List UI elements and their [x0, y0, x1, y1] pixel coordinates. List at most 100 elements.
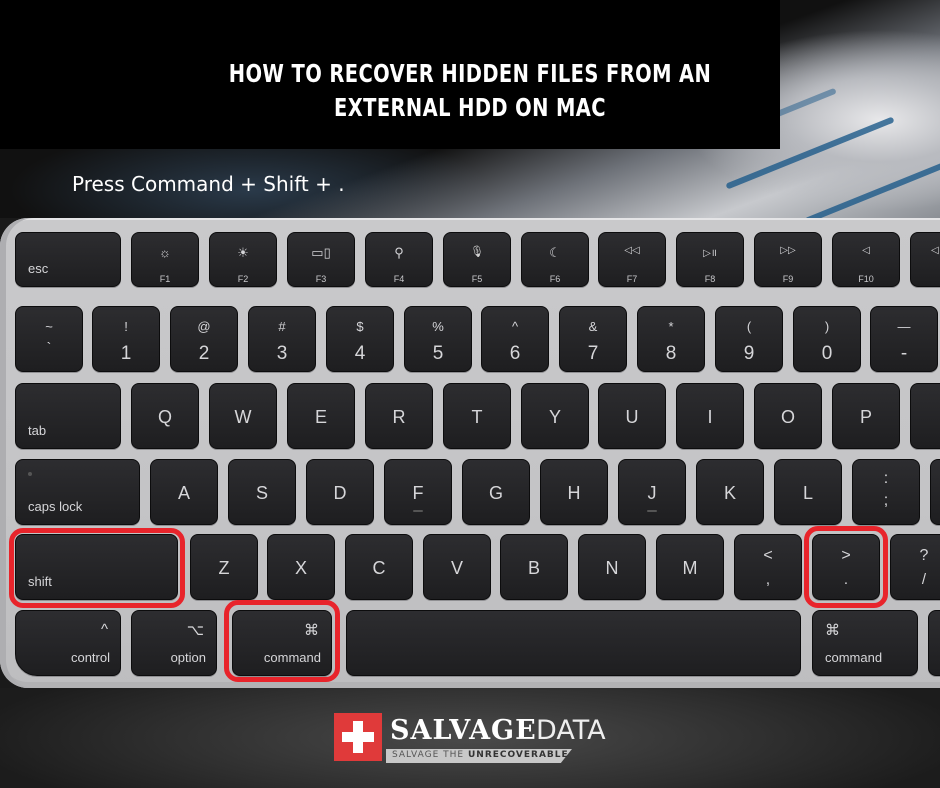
search-icon: ⚲	[394, 245, 404, 260]
key-lower-symbol: .	[843, 571, 849, 588]
key-e[interactable]: E	[287, 383, 355, 449]
key-d[interactable]: D	[306, 459, 374, 525]
key-f2[interactable]: ☀ F2	[209, 232, 277, 287]
key-y[interactable]: Y	[521, 383, 589, 449]
key-letter: Q	[157, 407, 172, 427]
key-quote[interactable]	[930, 459, 940, 525]
key-1[interactable]: ! 1	[92, 306, 160, 372]
key-f4[interactable]: ⚲ F4	[365, 232, 433, 287]
rewind-icon: ◁◁	[624, 245, 640, 256]
key-u[interactable]: U	[598, 383, 666, 449]
key-letter: E	[314, 407, 327, 427]
key-caps-lock[interactable]: caps lock	[15, 459, 140, 525]
key-n[interactable]: N	[578, 534, 646, 600]
key-r[interactable]: R	[365, 383, 433, 449]
key-f10[interactable]: ◁ F10	[832, 232, 900, 287]
key-f1[interactable]: ☼ F1	[131, 232, 199, 287]
brightness-down-icon: ☼	[159, 245, 171, 260]
key-6[interactable]: ^ 6	[481, 306, 549, 372]
command-icon: ⌘	[304, 622, 319, 639]
key-f6[interactable]: ☾ F6	[521, 232, 589, 287]
key-label: option	[170, 650, 206, 665]
key-semicolon[interactable]: : ;	[852, 459, 920, 525]
key-control[interactable]: ^ control	[15, 610, 121, 676]
key-a[interactable]: A	[150, 459, 218, 525]
key-m[interactable]: M	[656, 534, 724, 600]
key-label: F5	[471, 274, 483, 284]
key-f9[interactable]: ▷▷ F9	[754, 232, 822, 287]
key-8[interactable]: * 8	[637, 306, 705, 372]
key-i[interactable]: I	[676, 383, 744, 449]
key-space[interactable]	[346, 610, 801, 676]
key-h[interactable]: H	[540, 459, 608, 525]
title-line-1: How to recover hidden files from an	[228, 59, 712, 88]
key-upper-symbol: !	[124, 319, 128, 334]
key-slash[interactable]: ? /	[890, 534, 940, 600]
brand-name-bold: SALVAGE	[390, 715, 537, 746]
brand-name-light: DATA	[536, 715, 606, 746]
key-upper-symbol: >	[841, 547, 851, 564]
key-option-right[interactable]	[928, 610, 940, 676]
key-f5[interactable]: 🎙 F5	[443, 232, 511, 287]
key-option[interactable]: ⌥ option	[131, 610, 217, 676]
key-minus[interactable]: — -	[870, 306, 938, 372]
key-upper-symbol: —	[897, 319, 911, 334]
key-t[interactable]: T	[443, 383, 511, 449]
key-label: F1	[159, 274, 171, 284]
key-z[interactable]: Z	[190, 534, 258, 600]
key-lower-symbol: 4	[354, 343, 366, 364]
key-letter: Z	[218, 558, 230, 578]
key-b[interactable]: B	[500, 534, 568, 600]
key-command-right[interactable]: ⌘ command	[812, 610, 918, 676]
key-upper-symbol: ?	[919, 547, 929, 564]
key-o[interactable]: O	[754, 383, 822, 449]
laptop-key-edge	[804, 162, 940, 224]
key-f[interactable]: F	[384, 459, 452, 525]
brand-tagline: SALVAGE THE UNRECOVERABLE	[392, 750, 569, 760]
key-x[interactable]: X	[267, 534, 335, 600]
key-comma[interactable]: < ,	[734, 534, 802, 600]
key-f8[interactable]: ▷॥ F8	[676, 232, 744, 287]
key-letter: K	[723, 483, 736, 503]
key-period[interactable]: > .	[812, 534, 880, 600]
key-q[interactable]: Q	[131, 383, 199, 449]
key-7[interactable]: & 7	[559, 306, 627, 372]
key-g[interactable]: G	[462, 459, 530, 525]
key-command-left[interactable]: ⌘ command	[232, 610, 332, 676]
key-label: F6	[549, 274, 561, 284]
key-f3[interactable]: ▭▯ F3	[287, 232, 355, 287]
key-letter: U	[625, 407, 639, 427]
key-f7[interactable]: ◁◁ F7	[598, 232, 666, 287]
key-3[interactable]: # 3	[248, 306, 316, 372]
key-upper-symbol: &	[588, 319, 598, 334]
key-left-bracket[interactable]	[910, 383, 940, 449]
key-w[interactable]: W	[209, 383, 277, 449]
command-icon: ⌘	[825, 622, 840, 639]
key-k[interactable]: K	[696, 459, 764, 525]
key-5[interactable]: % 5	[404, 306, 472, 372]
key-s[interactable]: S	[228, 459, 296, 525]
key-upper-symbol: )	[824, 319, 830, 334]
key-f11[interactable]: ◁	[910, 232, 940, 287]
key-p[interactable]: P	[832, 383, 900, 449]
key-esc[interactable]: esc	[15, 232, 121, 287]
key-v[interactable]: V	[423, 534, 491, 600]
key-upper-symbol: #	[278, 319, 286, 334]
key-9[interactable]: ( 9	[715, 306, 783, 372]
key-shift-left[interactable]: shift	[15, 534, 178, 600]
key-2[interactable]: @ 2	[170, 306, 238, 372]
key-lower-symbol: 5	[432, 343, 444, 364]
key-backtick[interactable]: ~ `	[15, 306, 83, 372]
key-letter: R	[392, 407, 406, 427]
key-upper-symbol: ^	[511, 319, 519, 334]
key-upper-symbol: ~	[45, 319, 53, 334]
key-letter: L	[802, 483, 813, 503]
key-lower-symbol: /	[921, 571, 927, 588]
key-tab[interactable]: tab	[15, 383, 121, 449]
key-l[interactable]: L	[774, 459, 842, 525]
key-4[interactable]: $ 4	[326, 306, 394, 372]
key-j[interactable]: J	[618, 459, 686, 525]
key-0[interactable]: ) 0	[793, 306, 861, 372]
key-c[interactable]: C	[345, 534, 413, 600]
key-label: F3	[315, 274, 327, 284]
